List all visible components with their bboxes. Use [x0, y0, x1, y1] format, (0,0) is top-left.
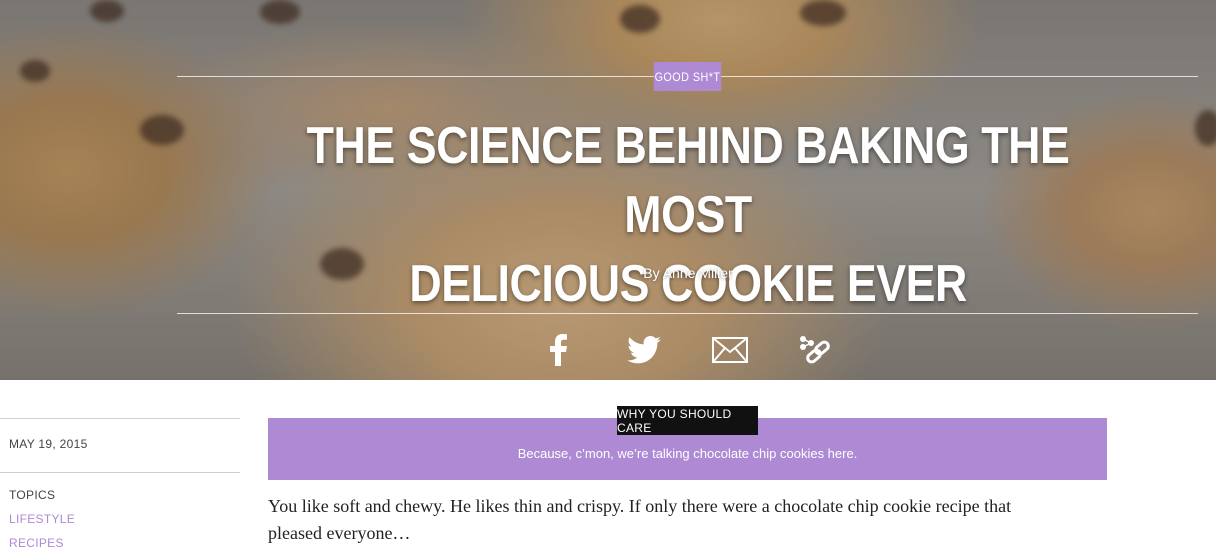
- category-badge[interactable]: GOOD SH*T: [653, 62, 722, 91]
- why-care-label: WHY YOU SHOULD CARE: [617, 406, 758, 435]
- byline[interactable]: By Anne Miller: [180, 265, 1196, 281]
- hero-bottom-divider: [177, 313, 1198, 314]
- twitter-share-button[interactable]: [626, 332, 662, 368]
- topic-link-lifestyle[interactable]: LIFESTYLE: [9, 512, 75, 526]
- hero-banner: GOOD SH*T THE SCIENCE BEHIND BAKING THE …: [0, 0, 1216, 380]
- article-intro: You like soft and chewy. He likes thin a…: [268, 496, 1012, 543]
- link-icon: [800, 336, 830, 364]
- article-title-line2: DELICIOUS COOKIE EVER: [409, 255, 967, 313]
- sidebar-divider: [0, 418, 240, 419]
- article-title: THE SCIENCE BEHIND BAKING THE MOST DELIC…: [180, 112, 1196, 319]
- email-icon: [712, 337, 748, 363]
- topic-link-recipes[interactable]: RECIPES: [9, 536, 64, 550]
- copy-link-button[interactable]: [798, 332, 834, 368]
- why-care-text: Because, c’mon, we’re talking chocolate …: [517, 446, 858, 461]
- facebook-share-button[interactable]: [540, 332, 576, 368]
- sidebar-divider: [0, 472, 240, 473]
- article-title-line1: THE SCIENCE BEHIND BAKING THE MOST: [306, 117, 1070, 244]
- twitter-icon: [627, 336, 661, 364]
- topics-label: TOPICS: [9, 488, 56, 502]
- email-share-button[interactable]: [712, 332, 748, 368]
- publish-date: MAY 19, 2015: [9, 437, 88, 451]
- facebook-icon: [550, 334, 567, 366]
